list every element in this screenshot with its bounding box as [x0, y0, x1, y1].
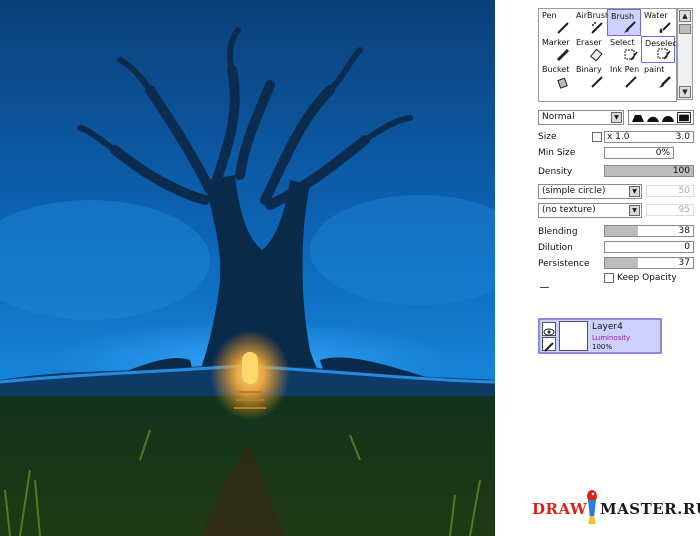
panel-divider	[540, 287, 549, 288]
tool-label: AirBrush	[576, 11, 611, 20]
texture-value: (no texture)	[542, 205, 596, 215]
layer-name: Layer4	[592, 322, 623, 332]
soft-edge-shape-icon[interactable]	[661, 112, 675, 123]
min-size-value: 0%	[655, 148, 670, 158]
logo-text-master: MASTER.RU	[600, 500, 700, 518]
brush-shape-select[interactable]: (simple circle) ▼	[538, 184, 642, 199]
size-value: 3.0	[675, 132, 690, 142]
tree-painting	[0, 0, 495, 536]
scroll-thumb[interactable]	[679, 24, 691, 34]
tool-bucket[interactable]: Bucket	[539, 63, 573, 90]
scroll-up-icon[interactable]: ▲	[679, 10, 691, 22]
min-size-slider[interactable]: 0%	[604, 147, 674, 159]
painting-canvas[interactable]	[0, 0, 495, 536]
paint-icon	[659, 76, 671, 88]
chevron-down-icon: ▼	[611, 112, 622, 123]
tool-label: Eraser	[576, 38, 602, 47]
brush-edge-shapes	[628, 110, 694, 125]
keep-opacity-label: Keep Opacity	[617, 273, 677, 283]
tool-marker[interactable]: Marker	[539, 36, 573, 63]
tool-eraser[interactable]: Eraser	[573, 36, 607, 63]
water-icon	[659, 22, 671, 33]
dilution-slider[interactable]: 0	[604, 241, 694, 253]
blending-value: 38	[678, 226, 690, 236]
density-slider[interactable]: 100	[604, 165, 694, 177]
tool-grid: Pen AirBrush Brush Water Marker Eraser S…	[538, 8, 677, 102]
parrot-icon	[587, 490, 597, 524]
eraser-icon	[590, 48, 603, 62]
drawmaster-logo: DRAW MASTER.RU	[532, 488, 700, 528]
tool-scrollbar[interactable]: ▲ ▼	[677, 8, 693, 100]
tool-airbrush[interactable]: AirBrush	[573, 9, 611, 36]
size-field[interactable]: x 1.0 3.0	[604, 131, 694, 143]
hard-edge-shape-icon[interactable]	[631, 112, 645, 123]
layer-item[interactable]: Layer4 Luminosity 100%	[538, 318, 662, 354]
density-label: Density	[538, 167, 573, 177]
size-label: Size	[538, 132, 557, 142]
tool-deselect[interactable]: Deselect	[641, 36, 676, 63]
brush-shape-strength[interactable]: 50	[646, 185, 694, 197]
scroll-down-icon[interactable]: ▼	[679, 86, 691, 98]
layer-thumbnail	[559, 321, 588, 351]
pen-icon	[557, 22, 569, 34]
ink-pen-icon	[625, 76, 637, 88]
medium-edge-shape-icon[interactable]	[646, 112, 660, 123]
dilution-label: Dilution	[538, 243, 573, 253]
size-pressure-toggle[interactable]	[592, 132, 602, 142]
tool-binary[interactable]: Binary	[573, 63, 607, 90]
size-multiplier: x 1.0	[607, 132, 630, 142]
blend-mode-value: Normal	[542, 112, 575, 122]
select-icon	[624, 49, 638, 61]
blending-fill	[605, 226, 639, 236]
min-size-label: Min Size	[538, 148, 576, 158]
texture-select[interactable]: (no texture) ▼	[538, 203, 642, 218]
tool-label: Ink Pen	[610, 65, 640, 74]
persistence-fill	[605, 258, 638, 268]
blending-label: Blending	[538, 227, 578, 237]
tool-label: Pen	[542, 11, 557, 20]
persistence-value: 37	[678, 258, 690, 268]
tool-label: Bucket	[542, 65, 570, 74]
chevron-down-icon: ▼	[629, 186, 640, 197]
persistence-slider[interactable]: 37	[604, 257, 694, 269]
density-value: 100	[672, 166, 690, 176]
tool-panel: Pen AirBrush Brush Water Marker Eraser S…	[530, 0, 700, 536]
logo-text-draw: DRAW	[532, 500, 588, 518]
eye-icon[interactable]	[542, 322, 556, 336]
texture-strength[interactable]: 95	[646, 204, 694, 216]
marker-icon	[556, 48, 570, 62]
layer-blend-mode: Luminosity	[592, 334, 631, 342]
tool-water[interactable]: Water	[641, 9, 675, 36]
blending-slider[interactable]: 38	[604, 225, 694, 237]
tool-label: paint	[644, 65, 665, 74]
tool-ink-pen[interactable]: Ink Pen	[607, 63, 641, 90]
brush-icon	[624, 21, 636, 33]
brush-shape-number: 50	[678, 186, 690, 196]
tool-label: Marker	[542, 38, 570, 47]
blend-mode-select[interactable]: Normal ▼	[538, 110, 624, 125]
dilution-value: 0	[684, 242, 690, 252]
chevron-down-icon: ▼	[629, 205, 640, 216]
brush-shape-value: (simple circle)	[542, 186, 606, 196]
brush-lock-icon[interactable]	[542, 337, 556, 352]
layer-opacity: 100%	[592, 343, 613, 351]
persistence-label: Persistence	[538, 259, 590, 269]
texture-number: 95	[678, 205, 690, 215]
tool-label: Water	[644, 11, 668, 20]
flat-edge-shape-icon[interactable]	[677, 112, 691, 123]
deselect-icon	[657, 48, 671, 60]
keep-opacity-checkbox[interactable]	[604, 273, 614, 283]
tool-label: Binary	[576, 65, 602, 74]
binary-icon	[591, 76, 603, 88]
tool-pen[interactable]: Pen	[539, 9, 573, 36]
airbrush-icon	[591, 22, 603, 34]
bucket-icon	[557, 77, 568, 89]
tool-select[interactable]: Select	[607, 36, 641, 63]
tool-label: Select	[610, 38, 635, 47]
tool-paint[interactable]: paint	[641, 63, 675, 90]
tool-brush[interactable]: Brush	[607, 9, 641, 36]
